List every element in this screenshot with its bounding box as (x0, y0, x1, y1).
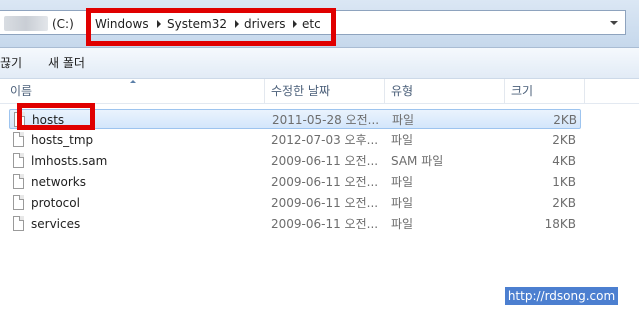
file-icon (13, 153, 24, 168)
file-name: networks (31, 175, 86, 189)
column-header: 이름 수정한 날짜 유형 크기 (0, 79, 639, 104)
file-date: 2011-05-28 오전... (272, 113, 380, 127)
address-dropdown-icon[interactable] (610, 21, 618, 25)
command-bar: 끊기 새 폴더 (0, 48, 639, 79)
file-date: 2009-06-11 오전... (271, 154, 379, 168)
file-type: 파일 (391, 133, 414, 147)
file-name: lmhosts.sam (31, 154, 108, 168)
column-date-header[interactable]: 수정한 날짜 (271, 84, 330, 99)
watermark-url: http://rdsong.com (505, 287, 618, 305)
address-bar: (C:) Windows System32 drivers etc (0, 0, 639, 48)
blurred-computer-name (4, 16, 48, 31)
file-row[interactable]: services 2009-06-11 오전... 파일 18KB (9, 214, 581, 234)
column-divider[interactable] (584, 79, 585, 103)
hosts-highlight-annotation (17, 103, 95, 130)
file-type: 파일 (391, 217, 414, 231)
file-size: 1KB (552, 175, 576, 189)
path-highlight-annotation (86, 8, 336, 46)
column-divider[interactable] (264, 79, 265, 103)
file-name: hosts_tmp (31, 133, 94, 147)
file-icon (13, 174, 24, 189)
file-size: 2KB (552, 196, 576, 210)
column-name-header[interactable]: 이름 (10, 84, 32, 99)
file-type: SAM 파일 (391, 154, 444, 168)
toolbar-partial-button[interactable]: 끊기 (0, 55, 22, 71)
column-size-header[interactable]: 크기 (511, 84, 533, 99)
breadcrumb-drive[interactable]: (C:) (52, 16, 74, 32)
file-size: 18KB (544, 217, 576, 231)
file-date: 2009-06-11 오전... (271, 196, 379, 210)
file-date: 2009-06-11 오전... (271, 217, 379, 231)
file-type: 파일 (391, 175, 414, 189)
file-size: 2KB (553, 113, 577, 127)
file-icon (13, 216, 24, 231)
file-type: 파일 (391, 196, 414, 210)
file-type: 파일 (392, 113, 415, 127)
file-size: 2KB (552, 133, 576, 147)
sort-ascending-icon (130, 80, 136, 83)
file-row[interactable]: lmhosts.sam 2009-06-11 오전... SAM 파일 4KB (9, 151, 581, 171)
column-divider[interactable] (504, 79, 505, 103)
file-row[interactable]: hosts_tmp 2012-07-03 오후... 파일 2KB (9, 130, 581, 150)
file-date: 2009-06-11 오전... (271, 175, 379, 189)
file-size: 4KB (552, 154, 576, 168)
file-name: services (31, 217, 81, 231)
file-row[interactable]: protocol 2009-06-11 오전... 파일 2KB (9, 193, 581, 213)
file-name: protocol (31, 196, 80, 210)
new-folder-button[interactable]: 새 폴더 (48, 55, 85, 71)
file-date: 2012-07-03 오후... (271, 133, 379, 147)
file-icon (13, 195, 24, 210)
column-divider[interactable] (384, 79, 385, 103)
file-icon (13, 132, 24, 147)
column-type-header[interactable]: 유형 (391, 84, 413, 99)
file-row[interactable]: networks 2009-06-11 오전... 파일 1KB (9, 172, 581, 192)
